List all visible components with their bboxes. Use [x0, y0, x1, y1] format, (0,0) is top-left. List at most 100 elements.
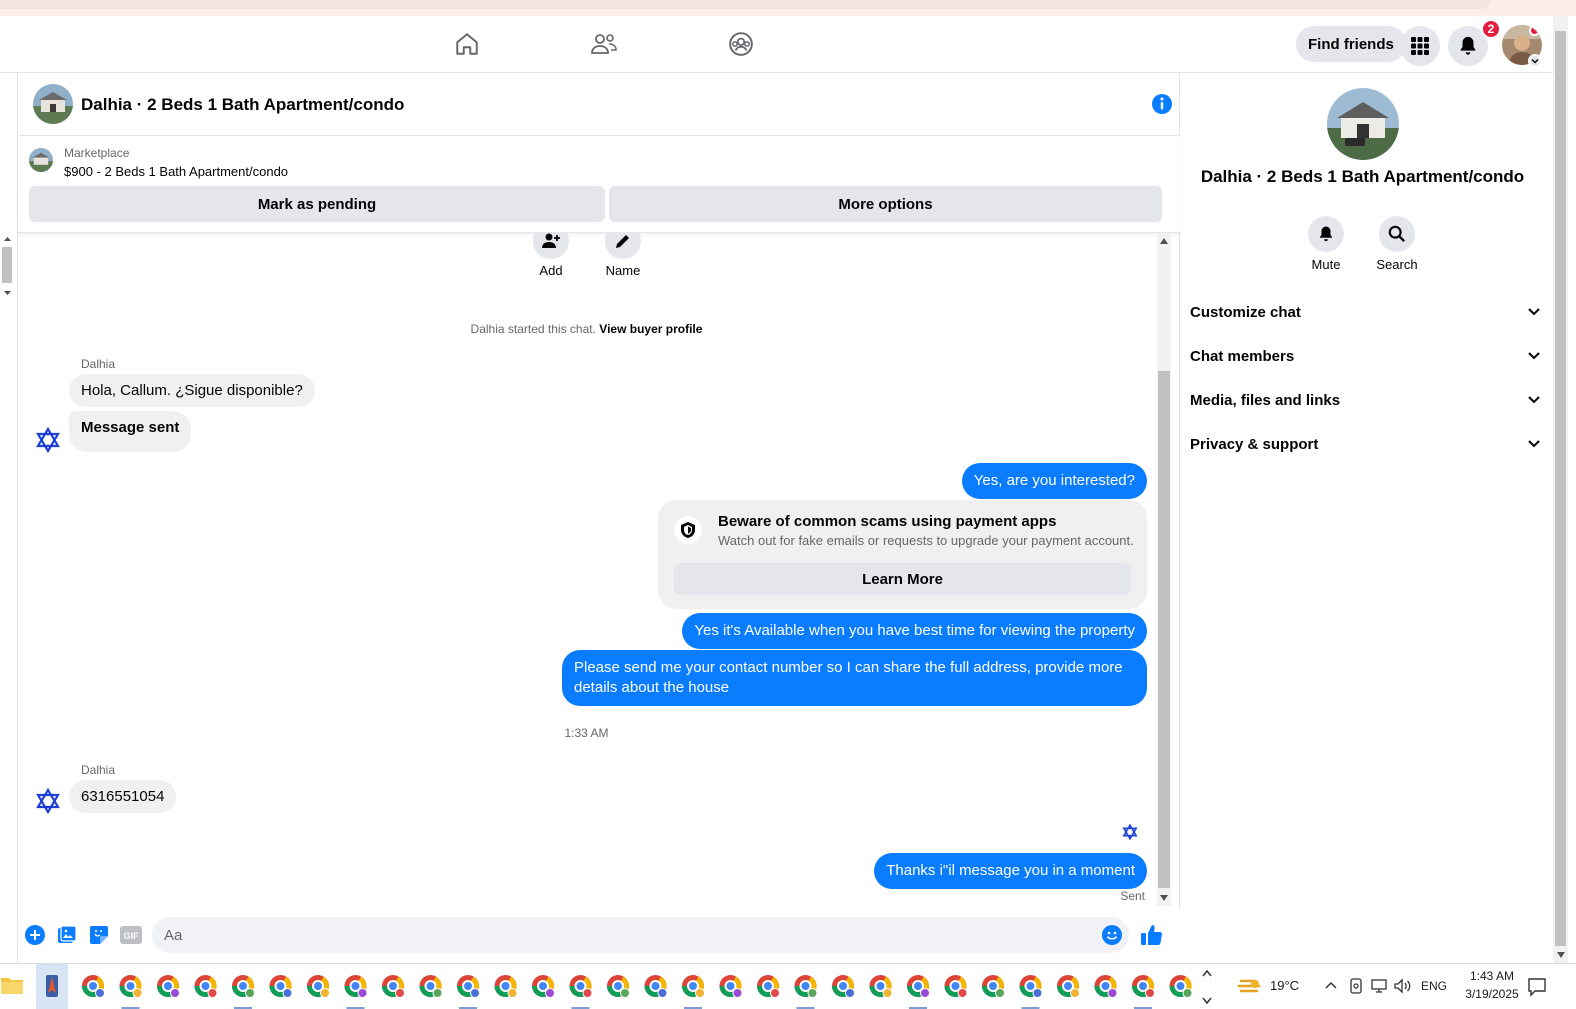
sender-avatar-star-icon[interactable]: [35, 426, 61, 454]
chrome-taskbar-icon[interactable]: [119, 975, 143, 1009]
message-input[interactable]: [152, 917, 1129, 953]
message-list: Add Name Dalhia started this chat. View …: [18, 233, 1181, 908]
view-buyer-profile-link[interactable]: View buyer profile: [599, 322, 702, 336]
sticker-icon[interactable]: [88, 924, 110, 946]
incoming-message[interactable]: 6316551054: [69, 780, 177, 813]
chrome-taskbar-icon[interactable]: [232, 975, 255, 1009]
info-icon[interactable]: [1151, 93, 1173, 115]
chrome-taskbar-icon[interactable]: [832, 975, 855, 998]
listing-avatar[interactable]: [1327, 88, 1399, 160]
chat-panel: Dalhia · 2 Beds 1 Bath Apartment/condo M…: [17, 73, 1181, 963]
section-label: Privacy & support: [1190, 435, 1319, 453]
chrome-taskbar-icon[interactable]: [907, 975, 930, 1009]
incoming-message[interactable]: Message sent: [69, 411, 192, 452]
language-indicator[interactable]: ENG: [1421, 979, 1447, 993]
marketplace-bar: Marketplace $900 - 2 Beds 1 Bath Apartme…: [18, 136, 1181, 233]
plus-circle-icon[interactable]: [24, 924, 46, 946]
mute-bell-icon[interactable]: [1308, 216, 1344, 252]
groups-icon[interactable]: [725, 28, 757, 60]
tray-chevron-up-icon[interactable]: [1324, 980, 1338, 990]
chrome-taskbar-icon[interactable]: [457, 975, 480, 1009]
chrome-taskbar-icon[interactable]: [982, 975, 1005, 998]
notification-center-icon[interactable]: [1527, 977, 1547, 997]
friends-icon[interactable]: [588, 28, 620, 60]
customize-chat-section[interactable]: Customize chat: [1190, 292, 1540, 332]
search-icon[interactable]: [1379, 216, 1415, 252]
sender-avatar-star-icon[interactable]: [35, 787, 61, 815]
emoji-icon[interactable]: [1101, 924, 1123, 946]
chrome-taskbar-icon[interactable]: [382, 975, 405, 998]
chrome-taskbar-icon[interactable]: [82, 975, 105, 998]
temperature[interactable]: 19°C: [1270, 978, 1299, 993]
thumbs-up-icon[interactable]: [1139, 924, 1165, 946]
chrome-taskbar-icon[interactable]: [569, 975, 593, 1009]
chrome-taskbar-icon[interactable]: [194, 975, 218, 998]
chrome-taskbar-icon[interactable]: [1094, 975, 1118, 998]
chrome-taskbar-icon[interactable]: [1057, 975, 1080, 998]
chat-title[interactable]: Dalhia · 2 Beds 1 Bath Apartment/condo: [81, 95, 404, 115]
page-scrollbar-thumb[interactable]: [1555, 31, 1566, 946]
menu-grid-icon[interactable]: [1400, 26, 1440, 66]
chrome-taskbar-icon[interactable]: [719, 975, 743, 998]
read-receipt-star-icon: [1122, 823, 1138, 841]
find-friends-button[interactable]: Find friends: [1296, 26, 1406, 62]
outgoing-message[interactable]: Please send me your contact number so I …: [562, 650, 1147, 706]
chat-members-section[interactable]: Chat members: [1190, 336, 1540, 376]
chrome-taskbar-icon[interactable]: [1169, 975, 1193, 998]
chrome-taskbar-icon[interactable]: [1132, 975, 1155, 1009]
pencil-icon[interactable]: [605, 233, 641, 259]
chrome-taskbar-icon[interactable]: [607, 975, 630, 998]
weather-icon[interactable]: [1237, 975, 1263, 999]
sender-name: Dalhia: [81, 357, 116, 371]
incoming-message[interactable]: Hola, Callum. ¿Sigue disponible?: [69, 374, 315, 407]
more-options-button[interactable]: More options: [609, 186, 1162, 222]
volume-icon[interactable]: [1393, 977, 1413, 995]
taskbar-app-icons[interactable]: [76, 964, 1196, 1009]
media-files-links-section[interactable]: Media, files and links: [1190, 380, 1540, 420]
chrome-taskbar-icon[interactable]: [757, 975, 780, 998]
chrome-taskbar-icon[interactable]: [944, 975, 968, 998]
marketplace-listing-thumbnail[interactable]: [29, 148, 53, 172]
chrome-taskbar-icon[interactable]: [682, 975, 705, 1009]
outgoing-message[interactable]: Yes, are you interested?: [961, 463, 1147, 499]
network-icon[interactable]: [1370, 977, 1388, 995]
search-label: Search: [1376, 257, 1418, 272]
notification-count-badge: 2: [1481, 19, 1501, 39]
learn-more-button[interactable]: Learn More: [674, 563, 1131, 595]
clock-date[interactable]: 3/19/2025: [1455, 987, 1529, 1001]
active-app-icon[interactable]: [36, 964, 68, 1009]
photo-icon[interactable]: [56, 924, 78, 946]
file-explorer-icon[interactable]: [0, 974, 24, 996]
chrome-taskbar-icon[interactable]: [419, 975, 443, 998]
mark-as-pending-button[interactable]: Mark as pending: [29, 186, 605, 222]
clock-time[interactable]: 1:43 AM: [1462, 969, 1522, 983]
chrome-taskbar-icon[interactable]: [644, 975, 668, 998]
chrome-taskbar-icon[interactable]: [794, 975, 818, 1009]
chrome-taskbar-icon[interactable]: [1019, 975, 1043, 1009]
outgoing-message[interactable]: Yes it's Available when you have best ti…: [682, 613, 1147, 649]
chrome-taskbar-icon[interactable]: [494, 975, 518, 998]
taskbar-scroll-arrows-icon[interactable]: [1201, 968, 1213, 1006]
account-chevron-down-icon[interactable]: [1528, 54, 1542, 68]
outgoing-message[interactable]: Thanks i"il message you in a moment: [874, 853, 1147, 889]
chrome-taskbar-icon[interactable]: [269, 975, 293, 998]
chrome-taskbar-icon[interactable]: [157, 975, 180, 998]
chat-info-panel: Dalhia · 2 Beds 1 Bath Apartment/condo M…: [1180, 73, 1553, 963]
chat-scrollbar[interactable]: [1157, 233, 1171, 906]
chrome-taskbar-icon[interactable]: [307, 975, 330, 998]
mute-label: Mute: [1311, 257, 1341, 272]
add-person-icon[interactable]: [533, 233, 569, 259]
chrome-taskbar-icon[interactable]: [532, 975, 555, 998]
privacy-support-section[interactable]: Privacy & support: [1190, 424, 1540, 464]
marketplace-item-title[interactable]: $900 - 2 Beds 1 Bath Apartment/condo: [64, 164, 288, 179]
page-scrollbar[interactable]: [1553, 16, 1568, 963]
listing-thumbnail[interactable]: [33, 84, 73, 124]
chat-scrollbar-thumb[interactable]: [1158, 371, 1170, 888]
chrome-taskbar-icon[interactable]: [869, 975, 893, 998]
home-icon[interactable]: [451, 28, 483, 60]
scam-warning-title: Beware of common scams using payment app…: [718, 513, 1057, 530]
device-icon[interactable]: [1348, 977, 1364, 995]
left-scrollbar[interactable]: [0, 233, 15, 299]
chrome-taskbar-icon[interactable]: [344, 975, 368, 1009]
gif-icon[interactable]: GIF: [119, 924, 143, 946]
